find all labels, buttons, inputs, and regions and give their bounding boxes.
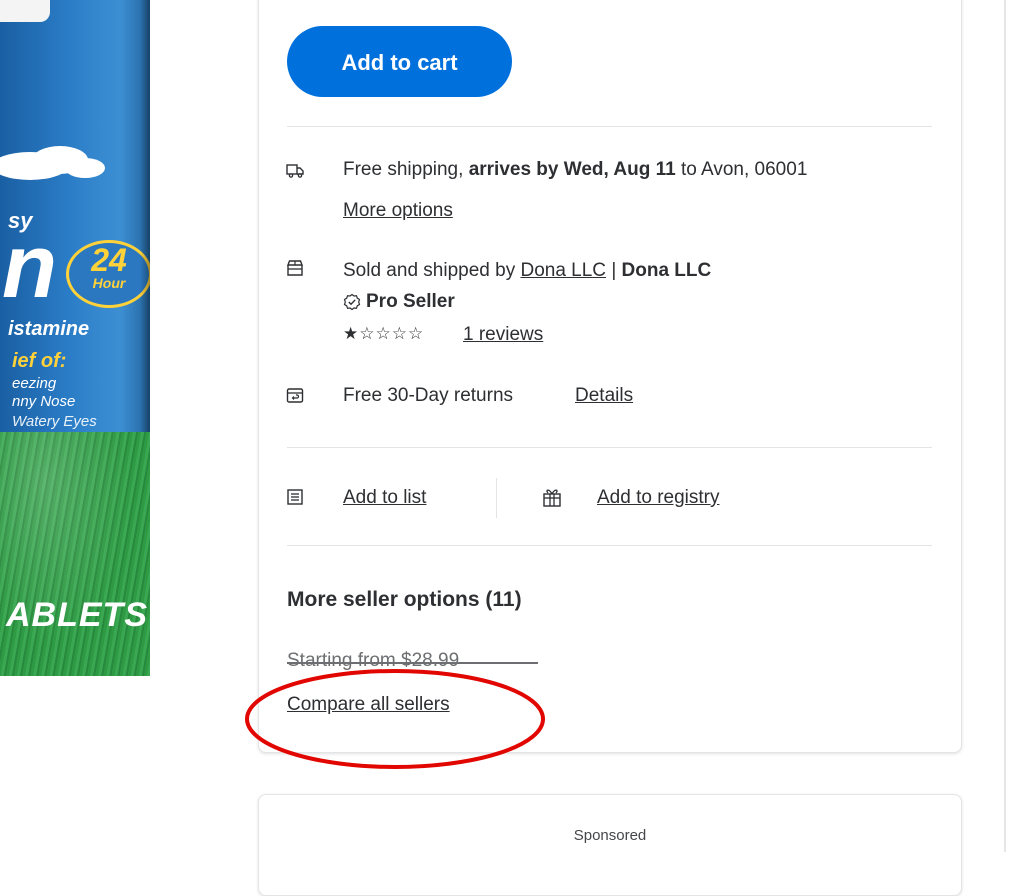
shipping-destination: to Avon, 06001 [680, 159, 808, 180]
badge-unit: Hour [92, 275, 126, 291]
shipping-prefix: Free shipping, [343, 159, 464, 180]
pro-seller-label: Pro Seller [366, 291, 455, 312]
sponsored-label: Sponsored [573, 827, 647, 844]
bottle-cap [0, 0, 50, 22]
more-seller-options-heading: More seller options (11) [287, 588, 522, 611]
antihistamine-text: istamine [8, 318, 90, 340]
bottle-shadow [140, 0, 150, 432]
sold-by-label: Sold and shipped by [343, 260, 516, 281]
truck-icon [286, 164, 304, 178]
page-edge-rule [1004, 0, 1006, 852]
compare-all-sellers-link[interactable]: Compare all sellers [287, 694, 450, 716]
price-strikethrough [287, 662, 538, 664]
symptom-text: eezing [12, 375, 57, 392]
buy-box-card [258, 0, 962, 753]
divider [287, 126, 932, 127]
24-hour-badge: 24 Hour [66, 240, 150, 308]
relief-text: ief of: [12, 350, 67, 372]
check-badge-icon [343, 293, 361, 311]
divider [287, 545, 932, 546]
action-separator [496, 478, 497, 518]
seller-name: Dona LLC [621, 260, 712, 281]
shipping-text: Free shipping, arrives by Wed, Aug 11 to… [343, 158, 807, 182]
sponsored-card: Sponsored [258, 794, 962, 896]
tablets-text: ABLETS [6, 596, 148, 634]
returns-text: Free 30-Day returns [343, 385, 514, 406]
store-icon [286, 260, 304, 276]
more-options-link[interactable]: More options [343, 199, 453, 223]
returns-details-link[interactable]: Details [575, 384, 633, 408]
divider [287, 447, 932, 448]
return-box-icon [286, 388, 304, 403]
grass-graphic [0, 432, 150, 676]
add-to-list-link[interactable]: Add to list [343, 486, 426, 510]
add-to-registry-link[interactable]: Add to registry [597, 486, 720, 510]
seller-link[interactable]: Dona LLC [520, 260, 606, 281]
starting-from-price: Starting from $28.99 [287, 650, 460, 671]
cloud-graphic [0, 146, 105, 180]
seller-separator: | [611, 260, 617, 281]
seller-text: Sold and shipped by Dona LLC | Dona LLC [343, 259, 711, 283]
gift-icon [543, 489, 561, 507]
symptom-text: Watery Eyes [12, 413, 97, 430]
symptom-text: nny Nose [12, 393, 76, 410]
product-image[interactable]: sy n 24 Hour istamine ief of: eezing nny… [0, 0, 150, 676]
add-to-cart-button[interactable]: Add to cart [287, 26, 512, 97]
seller-reviews-link[interactable]: 1 reviews [463, 323, 543, 347]
product-name-text: n [2, 217, 57, 317]
badge-number: 24 [91, 242, 127, 278]
seller-rating-stars: ★☆☆☆☆ [343, 324, 425, 344]
arrival-date: arrives by Wed, Aug 11 [468, 159, 676, 180]
list-icon [287, 489, 303, 505]
